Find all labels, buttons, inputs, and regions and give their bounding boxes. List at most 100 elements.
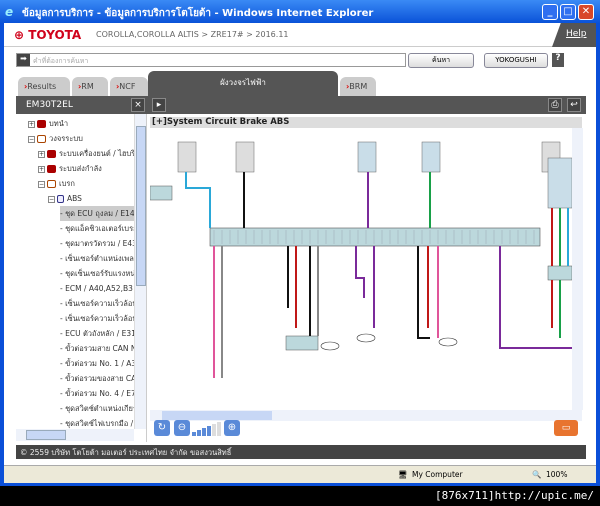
- help-button[interactable]: ?: [552, 53, 564, 67]
- zoom-out-icon[interactable]: ⊖: [174, 420, 190, 436]
- tree-item-label: - เซ็นเซอร์ตำแหน่งเพลา: [60, 254, 134, 263]
- search-button[interactable]: ค้นหา: [408, 53, 474, 68]
- print-icon[interactable]: ⎙: [548, 98, 562, 112]
- expand-icon[interactable]: +: [38, 165, 45, 173]
- zoom-in-icon[interactable]: ⊕: [224, 420, 240, 436]
- tree-item[interactable]: - ขั้วต่อรวมสาย CAN No: [60, 341, 134, 356]
- tree-item[interactable]: + ระบบเครื่องยนต์ / ไฮบริ: [38, 146, 134, 161]
- diagram-horizontal-scrollbar[interactable]: [150, 410, 582, 421]
- fuse-block: [177, 141, 197, 173]
- book-closed-icon: [37, 120, 46, 128]
- zoom-level[interactable]: 100%: [546, 470, 567, 479]
- fuse-block: [235, 141, 255, 173]
- tree-item[interactable]: − เบรก: [38, 176, 75, 191]
- tree-item[interactable]: - ชุดเซ็นเซอร์รับแรงหน่ว: [60, 266, 134, 281]
- tree-item[interactable]: - เซ็นเซอร์ตำแหน่งเพลา: [60, 251, 134, 266]
- tab-brm[interactable]: ›BRM: [340, 77, 376, 96]
- zoom-level-bar[interactable]: [192, 432, 196, 436]
- maximize-button[interactable]: □: [560, 4, 576, 20]
- tree-item[interactable]: + บทนำ: [28, 116, 68, 131]
- tree-item[interactable]: - ECU ตัวถังหลัก / E31: [60, 326, 134, 341]
- site-header: ⊕ TOYOTA COROLLA,COROLLA ALTIS > ZRE17# …: [4, 23, 596, 47]
- tree-item-label: - ขั้วต่อรวมของสาย CAN: [60, 374, 134, 383]
- copyright-footer: © 2559 บริษัท โตโยต้า มอเตอร์ ประเทศไทย …: [16, 445, 586, 459]
- tree-item[interactable]: - ชุดแอ็คชิวเอเตอร์เบรก: [60, 221, 134, 236]
- tree-item[interactable]: - ขั้วต่อรวม No. 1 / A3: [60, 356, 134, 371]
- diagram-title: [+]System Circuit Brake ABS: [150, 117, 582, 128]
- tree-item-label: - ECU ตัวถังหลัก / E31: [60, 329, 134, 338]
- collapse-icon[interactable]: −: [48, 195, 55, 203]
- sensor-block: [547, 157, 572, 209]
- tree-item[interactable]: - ชุดมาตรวัดรวม / E43: [60, 236, 134, 251]
- actuator-connector: [209, 227, 541, 247]
- ground-junction: [320, 341, 340, 351]
- tree-item-label: ระบบเครื่องยนต์ / ไฮบริ: [59, 149, 134, 158]
- zoom-level-bar[interactable]: [202, 428, 206, 436]
- book-closed-icon: [47, 150, 56, 158]
- tab-results[interactable]: ›Results: [18, 77, 70, 96]
- help-link[interactable]: Help: [552, 23, 596, 47]
- page-content: ⊕ TOYOTA COROLLA,COROLLA ALTIS > ZRE17# …: [4, 23, 596, 483]
- tree-item-label: เบรก: [59, 179, 75, 188]
- tree-item[interactable]: - เซ็นเซอร์ความเร็วล้อห: [60, 311, 134, 326]
- tree-item[interactable]: + ระบบส่งกำลัง: [38, 161, 102, 176]
- tree-item-label: - ขั้วต่อรวม No. 1 / A3: [60, 359, 134, 368]
- breadcrumb: COROLLA,COROLLA ALTIS > ZRE17# > 2016.11: [96, 30, 289, 39]
- close-panel-button[interactable]: ×: [131, 98, 145, 112]
- tree-item[interactable]: - ชุด ECU ถุงลม / E14: [60, 206, 134, 221]
- tree-item[interactable]: - ชุดสวิตช์ตำแหน่งเกียร์: [60, 401, 134, 416]
- tree-item-label: - ชุดมาตรวัดรวม / E43: [60, 239, 134, 248]
- circuit-diagram[interactable]: [150, 128, 572, 410]
- expand-toggle[interactable]: [+]: [152, 117, 167, 127]
- diagram-vertical-scrollbar[interactable]: [572, 128, 583, 410]
- tab-rm[interactable]: ›RM: [72, 77, 108, 96]
- zoom-level-bar[interactable]: [217, 422, 221, 436]
- ground-junction: [438, 337, 458, 347]
- back-icon[interactable]: ↩: [567, 98, 581, 112]
- panel-title: EM30T2EL: [26, 100, 73, 110]
- collapse-icon[interactable]: −: [38, 180, 45, 188]
- arrow-right-icon: ➡: [17, 54, 30, 66]
- collapse-icon[interactable]: −: [28, 135, 35, 143]
- tree-item-label: - ECM / A40,A52,B3: [60, 284, 133, 293]
- ground-junction: [356, 333, 376, 343]
- computer-icon: 🖥: [398, 470, 408, 479]
- tree-item-label: - ชุด ECU ถุงลม / E14: [60, 209, 134, 218]
- tree-view: + บทนำ − วงจรระบบ + ระบบเครื่องยนต์ / ไฮบริ + ร…: [16, 114, 134, 429]
- tree-item-label: - ขั้วต่อรวม No. 4 / E7: [60, 389, 134, 398]
- tree-item[interactable]: − ABS: [48, 191, 82, 206]
- tree-horizontal-scrollbar[interactable]: [16, 429, 134, 441]
- image-caption: [876x711]http://upic.me/: [435, 489, 594, 502]
- search-input[interactable]: ➡ คำที่ต้องการค้นหา: [16, 53, 406, 67]
- close-button[interactable]: ✕: [578, 4, 594, 20]
- connector-block: [547, 265, 572, 281]
- tree-item-label: - ชุดสวิตช์ไฟเบรกมือ /: [60, 419, 134, 428]
- tree-item[interactable]: - เซ็นเซอร์ความเร็วล้อห: [60, 296, 134, 311]
- expand-icon[interactable]: +: [38, 150, 45, 158]
- connector-block: [285, 335, 319, 351]
- rotate-icon[interactable]: ↻: [154, 420, 170, 436]
- tree-item[interactable]: - ECM / A40,A52,B3: [60, 281, 133, 296]
- minimize-button[interactable]: _: [542, 4, 558, 20]
- tree-item[interactable]: - ชุดสวิตช์ไฟเบรกมือ /: [60, 416, 133, 429]
- tree-item[interactable]: − วงจรระบบ: [28, 131, 83, 146]
- zoom-level-bar[interactable]: [207, 426, 211, 436]
- comment-icon[interactable]: ▭: [554, 420, 578, 436]
- tree-item-label: - ขั้วต่อรวมสาย CAN No: [60, 344, 134, 353]
- zoom-level-bar[interactable]: [212, 424, 216, 436]
- tree-item[interactable]: - ขั้วต่อรวม No. 4 / E7: [60, 386, 134, 401]
- tree-item-label: วงจรระบบ: [49, 134, 83, 143]
- zoom-level-bar[interactable]: [197, 430, 201, 436]
- tree-item-label: บทนำ: [49, 119, 69, 128]
- document-icon: [57, 195, 64, 203]
- tree-item-label: ระบบส่งกำลัง: [59, 164, 102, 173]
- tab-ncf[interactable]: ›NCF: [110, 77, 148, 96]
- play-button[interactable]: ▸: [152, 98, 166, 112]
- tree-item[interactable]: - ขั้วต่อรวมของสาย CAN: [60, 371, 134, 386]
- expand-icon[interactable]: +: [28, 120, 35, 128]
- browser-window: e ข้อมูลการบริการ - ข้อมูลการบริการโตโยต…: [0, 0, 600, 486]
- tree-vertical-scrollbar[interactable]: [134, 114, 146, 429]
- zoom-icon: 🔍: [532, 470, 542, 479]
- yokogushi-button[interactable]: YOKOGUSHI: [484, 53, 548, 68]
- tab-wiring-diagram[interactable]: ผังวงจรไฟฟ้า: [148, 71, 338, 96]
